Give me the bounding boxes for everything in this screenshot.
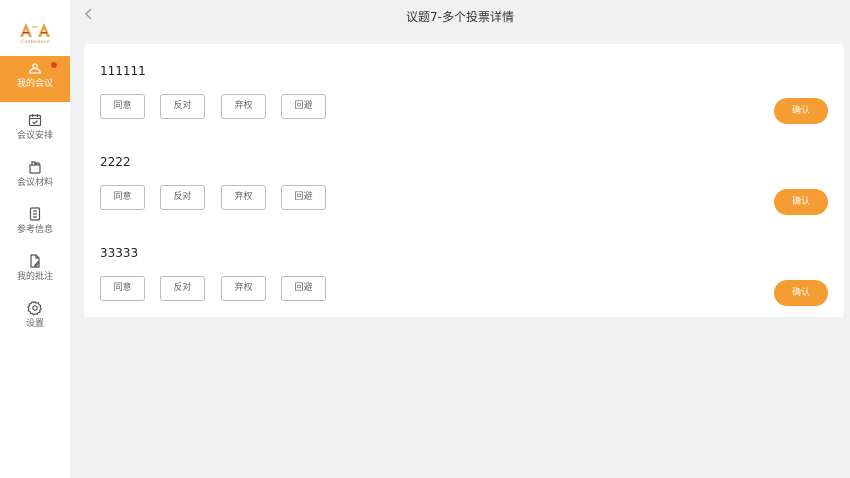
sidebar-item-reference[interactable]: 参考信息 <box>0 202 70 248</box>
app-root: Conference 我的会议 会议安排 会议材料 参考信息 我的批注 设置 议… <box>0 0 850 478</box>
header: 议题7-多个投票详情 <box>70 0 850 32</box>
logo-text: Conference <box>20 39 50 45</box>
sidebar-item-my-meetings[interactable]: 我的会议 <box>0 56 70 102</box>
info-doc-icon <box>29 207 41 221</box>
sidebar-item-settings[interactable]: 设置 <box>0 296 70 342</box>
sidebar-item-label: 参考信息 <box>16 225 53 235</box>
recuse-button[interactable]: 回避 <box>281 276 326 301</box>
recuse-button[interactable]: 回避 <box>281 94 326 119</box>
agree-button[interactable]: 同意 <box>100 276 145 301</box>
sidebar-item-label: 我的批注 <box>16 272 53 282</box>
notification-dot <box>51 62 57 68</box>
annotation-icon <box>30 254 40 268</box>
oppose-button[interactable]: 反对 <box>160 185 205 210</box>
sidebar: Conference 我的会议 会议安排 会议材料 参考信息 我的批注 设置 <box>0 0 70 478</box>
sidebar-item-schedule[interactable]: 会议安排 <box>0 108 70 154</box>
topic-row: 111111 同意 反对 弃权 回避 确认 <box>100 44 828 132</box>
confirm-button[interactable]: 确认 <box>774 189 828 215</box>
sidebar-item-label: 我的会议 <box>16 79 53 89</box>
sidebar-item-annotations[interactable]: 我的批注 <box>0 249 70 295</box>
recuse-button[interactable]: 回避 <box>281 185 326 210</box>
app-logo: Conference <box>17 19 53 47</box>
abstain-button[interactable]: 弃权 <box>221 94 266 119</box>
oppose-button[interactable]: 反对 <box>160 94 205 119</box>
calendar-icon <box>28 114 42 127</box>
sidebar-item-label: 会议安排 <box>16 131 53 141</box>
page-title: 议题7-多个投票详情 <box>406 10 514 24</box>
sidebar-item-materials[interactable]: 会议材料 <box>0 155 70 201</box>
sidebar-item-label: 设置 <box>25 319 44 329</box>
abstain-button[interactable]: 弃权 <box>221 276 266 301</box>
topic-row: 33333 同意 反对 弃权 回避 确认 <box>100 226 828 314</box>
topic-name: 33333 <box>100 246 139 260</box>
topic-name: 111111 <box>100 64 146 78</box>
topic-name: 2222 <box>100 155 131 169</box>
confirm-button[interactable]: 确认 <box>774 98 828 124</box>
sidebar-item-label: 会议材料 <box>16 178 53 188</box>
topic-row: 2222 同意 反对 弃权 回避 确认 <box>100 135 828 223</box>
agree-button[interactable]: 同意 <box>100 185 145 210</box>
agree-button[interactable]: 同意 <box>100 94 145 119</box>
settings-icon <box>27 301 42 316</box>
meeting-icon <box>29 63 41 74</box>
abstain-button[interactable]: 弃权 <box>221 185 266 210</box>
material-icon <box>29 161 41 174</box>
confirm-button[interactable]: 确认 <box>774 280 828 306</box>
oppose-button[interactable]: 反对 <box>160 276 205 301</box>
vote-card: 111111 同意 反对 弃权 回避 确认 2222 同意 反对 弃权 回避 确… <box>84 44 844 317</box>
